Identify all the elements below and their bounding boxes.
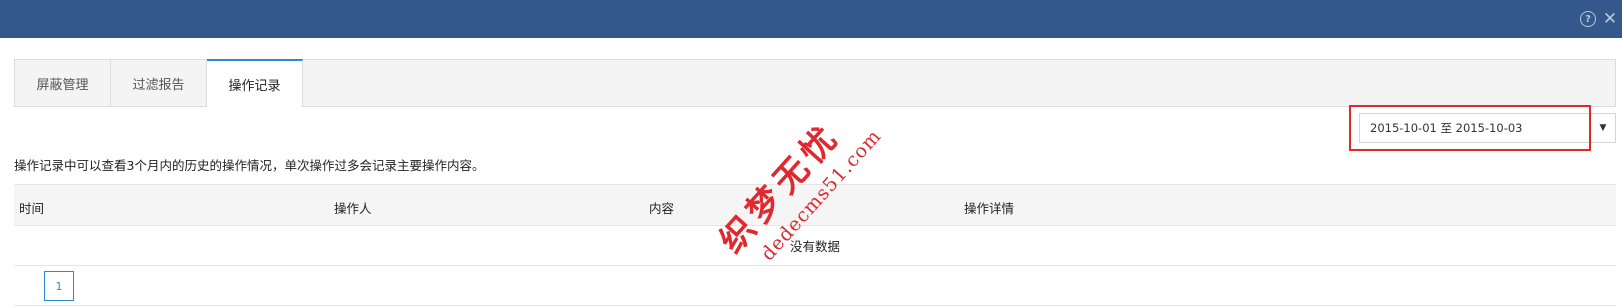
column-header-time: 时间 (19, 201, 45, 216)
notice-text: 操作记录中可以查看3个月内的历史的操作情况，单次操作过多会记录主要操作内容。 (14, 158, 485, 173)
tab-filter-report[interactable]: 过滤报告 (111, 60, 207, 106)
column-header-details: 操作详情 (964, 201, 1015, 216)
pagination-bar: 1 (14, 266, 1616, 306)
tab-bar: 屏蔽管理 过滤报告 操作记录 (14, 59, 1616, 107)
operation-log-table: 时间 操作人 内容 操作详情 没有数据 1 (14, 184, 1616, 306)
help-icon[interactable]: ? (1580, 11, 1596, 27)
close-icon[interactable]: ✕ (1602, 9, 1618, 29)
dialog-titlebar: ? ✕ (0, 0, 1622, 38)
date-range-input[interactable]: 2015-10-01 至 2015-10-03 (1359, 113, 1591, 143)
page-button[interactable]: 1 (44, 271, 74, 301)
tab-operation-log[interactable]: 操作记录 (207, 59, 303, 107)
tab-block-management[interactable]: 屏蔽管理 (15, 60, 111, 106)
column-header-content: 内容 (649, 201, 675, 216)
chevron-down-icon[interactable]: ▼ (1590, 113, 1616, 143)
table-header: 时间 操作人 内容 操作详情 (14, 184, 1616, 226)
date-range-filter: 2015-10-01 至 2015-10-03 ▼ (1349, 105, 1616, 151)
column-header-operator: 操作人 (334, 201, 372, 216)
empty-row: 没有数据 (14, 226, 1616, 266)
